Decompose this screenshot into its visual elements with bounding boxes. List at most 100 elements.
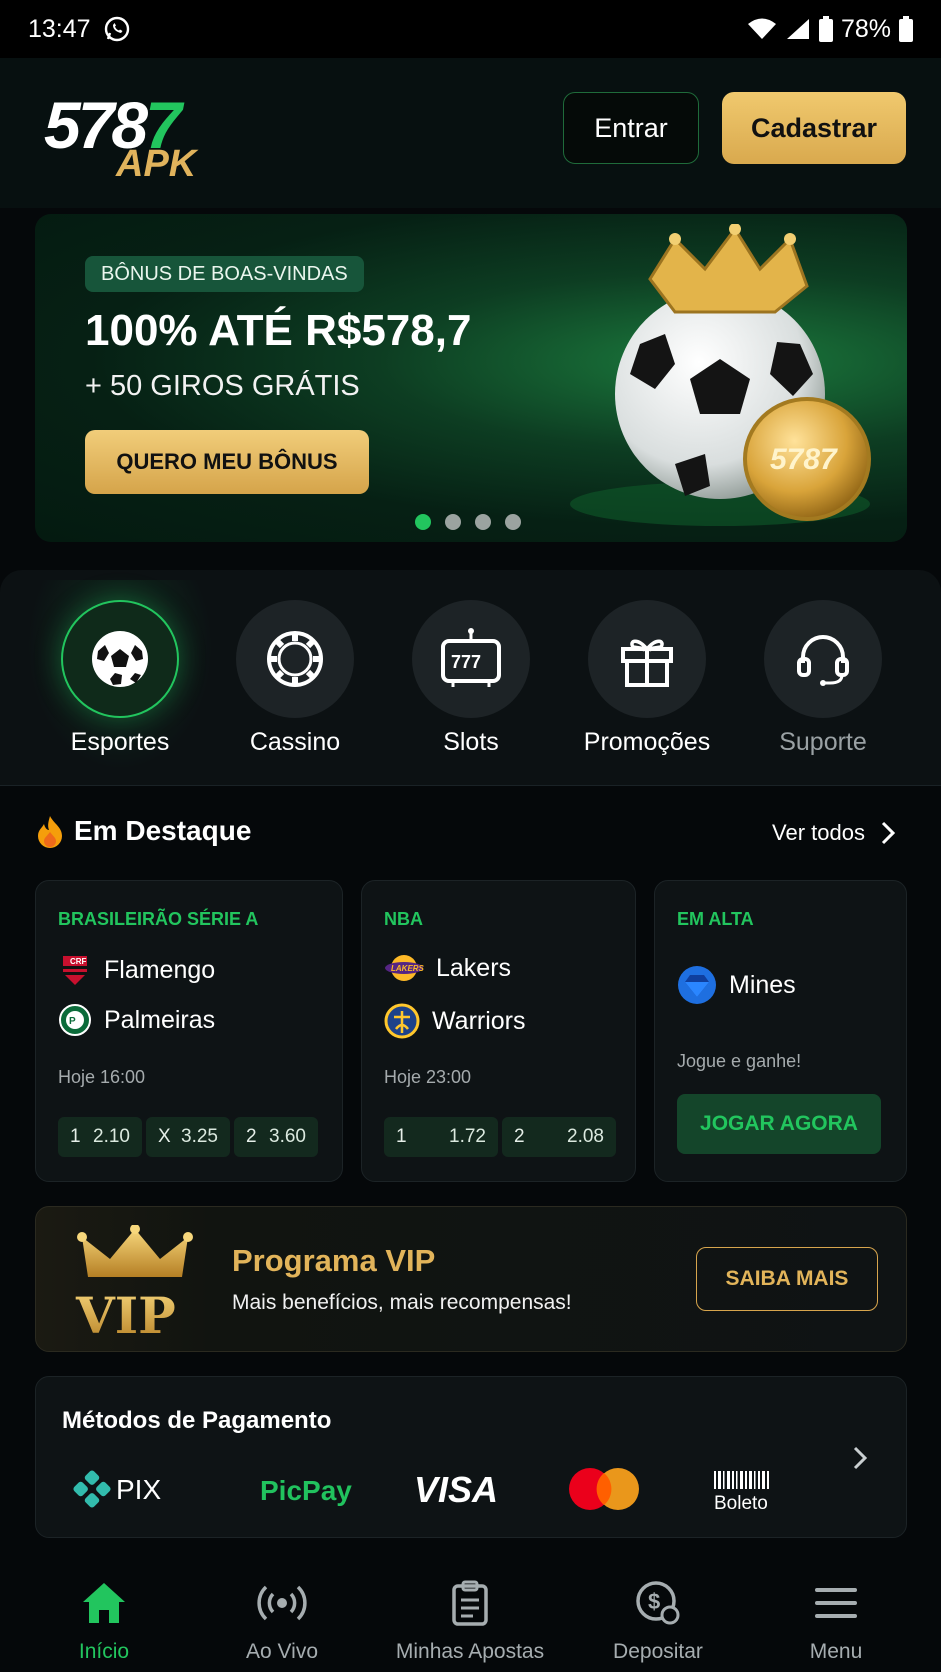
clipboard-icon xyxy=(452,1580,488,1626)
category-cassino[interactable]: Cassino xyxy=(210,600,380,770)
status-time: 13:47 xyxy=(28,14,91,43)
team-name: Lakers xyxy=(436,953,512,982)
league-label: EM ALTA xyxy=(677,909,754,929)
match-card-lakers-warriors[interactable]: NBA LAKERS Lakers Warriors Hoje 23:00 11… xyxy=(361,880,636,1182)
category-suporte[interactable]: Suporte xyxy=(738,600,908,770)
svg-text:Boleto: Boleto xyxy=(714,1493,768,1514)
picpay-logo-icon: PicPay xyxy=(260,1475,352,1506)
casino-chip-icon xyxy=(267,631,323,687)
nav-inicio[interactable]: Início xyxy=(10,1560,198,1672)
coin-text: 5787 xyxy=(770,443,838,476)
visa-logo-icon: VISA xyxy=(414,1469,498,1510)
carousel-indicators[interactable] xyxy=(415,514,521,530)
team-row-home: CRF Flamengo xyxy=(58,953,215,987)
whatsapp-icon xyxy=(104,16,129,42)
vip-crown-badge: VIP xyxy=(75,1225,193,1337)
odd-button-home[interactable]: 1 1.72 xyxy=(384,1117,498,1157)
team-row-home: LAKERS Lakers xyxy=(384,953,511,983)
palmeiras-crest-icon: P xyxy=(59,1004,91,1036)
league-label: BRASILEIRÃO SÉRIE A xyxy=(58,909,259,929)
odd-button-away[interactable]: 2 3.60 xyxy=(234,1117,318,1157)
banner-headline: 100% ATÉ R$578,7 xyxy=(85,306,472,355)
odds-row: 1 1.72 2 2.08 xyxy=(384,1117,616,1157)
banner-badge: BÔNUS DE BOAS-VINDAS xyxy=(85,256,364,292)
signal-icon xyxy=(786,19,809,39)
warriors-logo-icon xyxy=(384,1003,420,1039)
carousel-dot[interactable] xyxy=(415,514,431,530)
odd-button-home[interactable]: 1 2.10 xyxy=(58,1117,142,1157)
team-name: Palmeiras xyxy=(104,1005,216,1034)
nav-label: Início xyxy=(78,1640,130,1663)
payment-methods-card[interactable]: Métodos de Pagamento PIX PicPay VISA Bol… xyxy=(35,1376,907,1538)
match-time: Hoje 16:00 xyxy=(58,1067,146,1087)
mastercard-logo-icon xyxy=(569,1468,639,1510)
diamond-gem-icon xyxy=(678,966,716,1004)
featured-title: Em Destaque xyxy=(74,815,252,846)
play-now-button[interactable]: JOGAR AGORA xyxy=(677,1094,881,1154)
svg-text:PIX: PIX xyxy=(116,1474,161,1505)
payment-methods-title: Métodos de Pagamento xyxy=(62,1407,332,1434)
odds-row: 1 2.10 X 3.25 2 3.60 xyxy=(58,1117,318,1157)
learn-more-button[interactable]: SAIBA MAIS xyxy=(696,1247,878,1311)
match-time: Hoje 23:00 xyxy=(384,1067,472,1087)
carousel-dot[interactable] xyxy=(445,514,461,530)
flamengo-crest-icon: CRF xyxy=(63,956,87,985)
vip-badge-text: VIP xyxy=(75,1286,176,1337)
category-label: Cassino xyxy=(249,728,341,756)
category-slots[interactable]: 777 Slots xyxy=(386,600,556,770)
trending-game-card-mines[interactable]: EM ALTA Mines Jogue e ganhe! JOGAR AGORA xyxy=(654,880,907,1182)
bottom-navigation: Início Ao Vivo Minhas Apostas $ Deposita… xyxy=(0,1560,941,1672)
carousel-dot[interactable] xyxy=(475,514,491,530)
nav-depositar[interactable]: $ Depositar xyxy=(564,1560,752,1672)
nav-ao-vivo[interactable]: Ao Vivo xyxy=(188,1560,376,1672)
vip-subtitle: Mais benefícios, mais recompensas! xyxy=(232,1291,572,1314)
chevron-right-icon[interactable] xyxy=(852,1445,868,1471)
live-broadcast-icon xyxy=(257,1585,307,1621)
soccer-ball-crown-illustration: 5787 xyxy=(570,224,871,526)
wifi-icon xyxy=(747,18,776,39)
boleto-logo-icon: Boleto xyxy=(714,1471,769,1514)
match-card-flamengo-palmeiras[interactable]: BRASILEIRÃO SÉRIE A CRF Flamengo P Palme… xyxy=(35,880,343,1182)
nav-menu[interactable]: Menu xyxy=(742,1560,930,1672)
promo-banner[interactable]: BÔNUS DE BOAS-VINDAS 100% ATÉ R$578,7 + … xyxy=(35,214,907,542)
category-promocoes[interactable]: Promoções xyxy=(562,600,732,770)
category-bar: Esportes Cassino 777 Slots Promoções Sup… xyxy=(0,570,941,786)
featured-header: Em Destaque xyxy=(36,814,251,848)
odd-button-draw[interactable]: X 3.25 xyxy=(146,1117,230,1157)
nav-minhas-apostas[interactable]: Minhas Apostas xyxy=(376,1560,564,1672)
category-esportes[interactable]: Esportes xyxy=(27,580,213,770)
pix-logo-icon: PIX xyxy=(73,1470,161,1508)
brand-logo[interactable]: 5787 APK xyxy=(44,92,224,192)
game-row: Mines xyxy=(677,965,796,1005)
banner-subline: + 50 GIROS GRÁTIS xyxy=(85,370,360,402)
svg-text:LAKERS: LAKERS xyxy=(391,964,424,973)
home-icon xyxy=(83,1583,125,1623)
see-all-label: Ver todos xyxy=(772,820,865,845)
see-all-link[interactable]: Ver todos xyxy=(772,820,895,846)
nav-label: Ao Vivo xyxy=(246,1640,318,1663)
chevron-right-icon xyxy=(881,821,895,845)
login-button[interactable]: Entrar xyxy=(563,92,699,164)
league-label: NBA xyxy=(384,909,423,929)
team-name: Warriors xyxy=(432,1006,526,1035)
claim-bonus-button[interactable]: QUERO MEU BÔNUS xyxy=(85,430,369,494)
fire-icon xyxy=(38,816,62,848)
soccer-ball-icon xyxy=(92,631,148,687)
category-label: Promoções xyxy=(583,728,711,756)
nav-label: Minhas Apostas xyxy=(395,1640,545,1663)
carousel-dot[interactable] xyxy=(505,514,521,530)
category-label: Esportes xyxy=(70,728,170,756)
signup-button[interactable]: Cadastrar xyxy=(722,92,906,164)
odd-button-away[interactable]: 2 2.08 xyxy=(502,1117,616,1157)
svg-text:CRF: CRF xyxy=(70,957,87,966)
team-row-away: Warriors xyxy=(384,1003,526,1039)
slot-machine-icon: 777 xyxy=(441,628,501,687)
svg-text:$: $ xyxy=(648,1589,660,1614)
category-label: Slots xyxy=(443,728,499,756)
lakers-logo-icon: LAKERS xyxy=(385,955,424,981)
vip-program-banner[interactable]: VIP Programa VIP Mais benefícios, mais r… xyxy=(35,1206,907,1352)
headset-icon xyxy=(797,635,849,686)
game-description: Jogue e ganhe! xyxy=(677,1051,802,1071)
game-name: Mines xyxy=(729,970,796,999)
battery-icon xyxy=(818,16,833,42)
